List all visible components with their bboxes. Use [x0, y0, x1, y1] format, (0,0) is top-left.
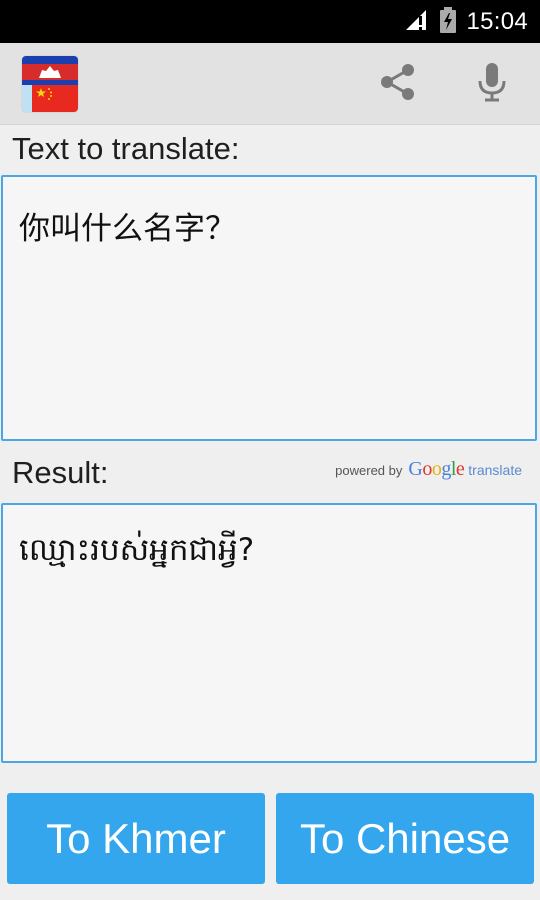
- google-logo: Google: [408, 458, 464, 481]
- result-box[interactable]: ឈ្មោះរបស់អ្នកជាអ្វី?: [1, 503, 537, 763]
- google-letter: e: [455, 458, 465, 480]
- app-flag-icon[interactable]: [22, 56, 78, 112]
- google-translate-attribution: powered by Google translate: [335, 458, 522, 481]
- signal-icon: [404, 8, 430, 36]
- microphone-button[interactable]: [466, 59, 518, 109]
- to-chinese-button[interactable]: To Chinese: [276, 793, 534, 884]
- google-letter: g: [441, 458, 451, 480]
- action-bar: [0, 43, 540, 125]
- share-icon: [378, 62, 418, 106]
- status-time: 15:04: [466, 7, 528, 35]
- google-letter: G: [408, 458, 423, 480]
- share-button[interactable]: [372, 59, 424, 109]
- google-letter: o: [431, 458, 442, 480]
- microphone-icon: [476, 61, 508, 107]
- to-khmer-button[interactable]: To Khmer: [7, 793, 265, 884]
- translate-input-box[interactable]: 你叫什么名字？: [1, 175, 537, 441]
- result-label: Result:: [12, 455, 109, 490]
- translate-input-text[interactable]: 你叫什么名字？: [19, 203, 236, 248]
- translate-word: translate: [468, 462, 522, 478]
- google-letter: o: [422, 458, 432, 480]
- result-text: ឈ្មោះរបស់អ្នកជាអ្វី?: [19, 532, 255, 568]
- text-to-translate-label: Text to translate:: [12, 131, 240, 166]
- status-indicators: 15:04: [404, 0, 528, 43]
- status-bar: 15:04: [0, 0, 540, 43]
- powered-by-text: powered by: [335, 463, 403, 478]
- battery-charging-icon: [440, 6, 457, 37]
